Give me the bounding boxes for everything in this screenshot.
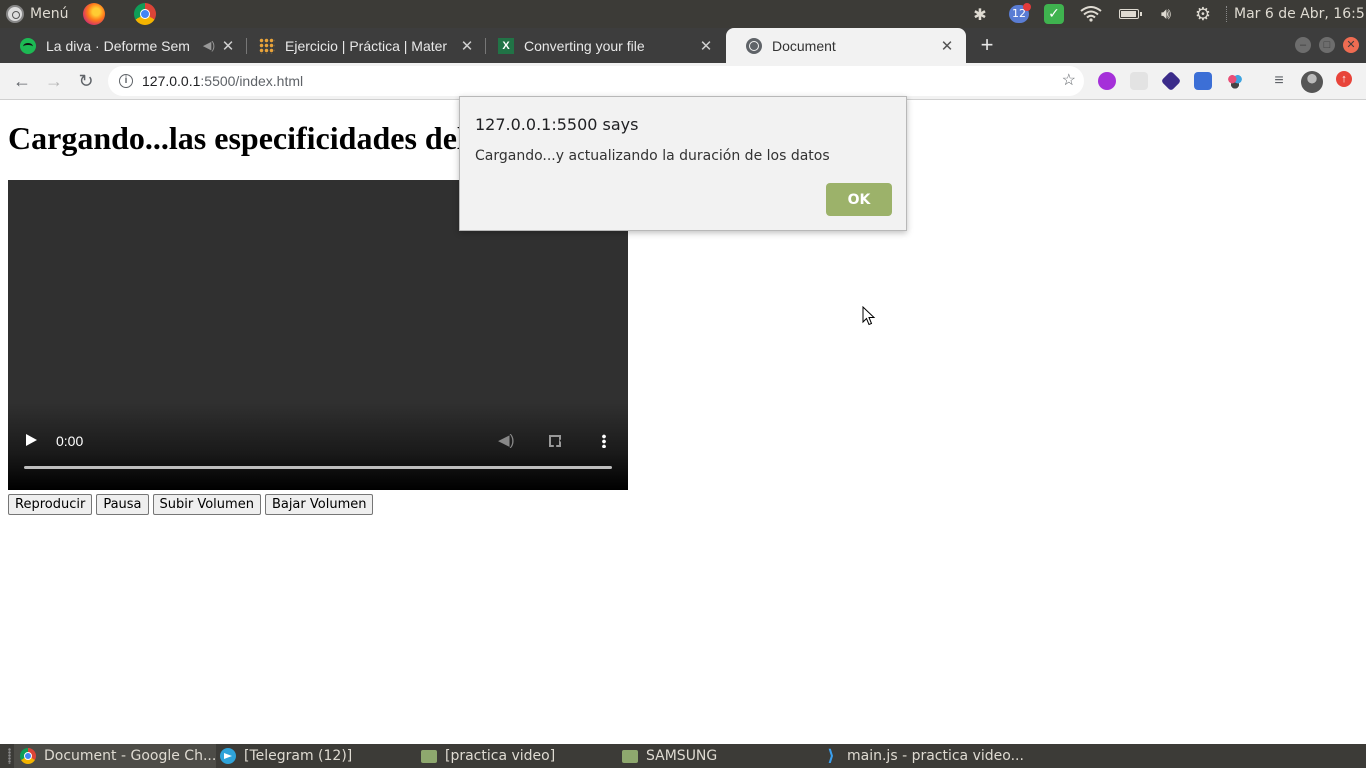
taskbar-grip (8, 748, 11, 764)
site-info-icon[interactable]: i (119, 74, 133, 88)
tab-audio-icon[interactable]: ◀) (203, 39, 215, 52)
taskbar-label: SAMSUNG (646, 748, 718, 764)
video-play-icon[interactable] (26, 434, 37, 446)
panel-separator (1226, 6, 1229, 22)
tab-title: Converting your file (524, 37, 645, 54)
system-menu-button[interactable]: Menú (6, 0, 68, 28)
taskbar-item-telegram[interactable]: [Telegram (12)] (220, 744, 352, 768)
url-path: :5500/index.html (200, 73, 304, 89)
tab-close-icon[interactable]: ✕ (219, 37, 237, 55)
tab-close-icon[interactable]: ✕ (938, 37, 956, 55)
settings-gear-icon[interactable]: ⚙ (1191, 0, 1215, 28)
vscode-icon: ⟩ (827, 746, 835, 765)
firefox-launcher-icon[interactable] (83, 3, 105, 25)
volume-down-button[interactable]: Bajar Volumen (264, 494, 374, 515)
page-heading: Cargando...las especificidades del (8, 120, 466, 156)
taskbar: Document - Google Ch... [Telegram (12)] … (0, 744, 1366, 768)
ubuntu-logo-icon (6, 5, 24, 23)
taskbar-label: [practica video] (445, 748, 556, 764)
bluetooth-icon[interactable]: ✱ (970, 0, 990, 28)
battery-icon[interactable] (1116, 0, 1142, 28)
browser-tab-strip: La diva · Deforme Sem ◀) ✕ Ejercicio | P… (0, 28, 1366, 63)
clock[interactable]: Mar 6 de Abr, 16:51 (1234, 0, 1366, 28)
chrome-launcher-icon[interactable] (134, 3, 156, 25)
extension-dots-icon[interactable] (1226, 72, 1244, 90)
tab-ejercicio[interactable]: Ejercicio | Práctica | Mater ✕ (239, 28, 486, 63)
tab-converting[interactable]: X Converting your file ✕ (478, 28, 725, 63)
notification-count: 12 (1009, 3, 1031, 23)
url-host: 127.0.0.1 (142, 73, 201, 89)
minimize-window-button[interactable]: – (1295, 37, 1311, 53)
address-bar[interactable]: i 127.0.0.1:5500/index.html ☆ (108, 66, 1084, 96)
system-menu-label: Menú (30, 6, 69, 22)
update-check-icon[interactable]: ✓ (1043, 0, 1065, 28)
tab-close-icon[interactable]: ✕ (697, 37, 715, 55)
folder-icon (421, 749, 437, 763)
taskbar-label: Document - Google Ch... (44, 748, 217, 764)
maximize-window-button[interactable]: □ (1319, 37, 1335, 53)
mouse-cursor-icon (862, 305, 876, 326)
video-progress-bar[interactable] (24, 466, 612, 469)
taskbar-item-vscode[interactable]: ⟩ main.js - practica video... (823, 744, 1024, 768)
pause-button[interactable]: Pausa (96, 494, 149, 515)
wifi-icon[interactable] (1078, 0, 1104, 28)
chrome-update-icon[interactable]: ↑ (1336, 71, 1352, 87)
globe-icon (746, 37, 762, 54)
excel-icon: X (498, 37, 514, 54)
taskbar-label: [Telegram (12)] (244, 748, 353, 764)
tab-document[interactable]: Document ✕ (726, 28, 966, 63)
video-current-time: 0:00 (56, 433, 84, 449)
video-controls-row: Reproducir Pausa Subir Volumen Bajar Vol… (8, 494, 374, 515)
close-window-button[interactable]: ✕ (1343, 37, 1359, 53)
new-tab-button[interactable]: + (976, 28, 998, 63)
taskbar-item-practica-video[interactable]: [practica video] (421, 744, 555, 768)
browser-toolbar: ← → ↻ i 127.0.0.1:5500/index.html ☆ ≡ ↑ (0, 63, 1366, 100)
tab-close-icon[interactable]: ✕ (458, 37, 476, 55)
media-control-icon[interactable]: ≡ (1268, 69, 1290, 93)
play-button[interactable]: Reproducir (8, 494, 93, 515)
extension-blue-icon[interactable] (1194, 72, 1212, 90)
taskbar-item-chrome[interactable]: Document - Google Ch... (14, 744, 216, 768)
taskbar-label: main.js - practica video... (847, 748, 1024, 764)
alert-message: Cargando...y actualizando la duración de… (475, 148, 830, 164)
reload-button[interactable]: ↻ (74, 69, 98, 93)
url-text[interactable]: 127.0.0.1:5500/index.html (142, 66, 303, 96)
tab-title: Ejercicio | Práctica | Mater (285, 37, 448, 54)
tab-title: La diva · Deforme Sem (46, 37, 190, 54)
volume-up-button[interactable]: Subir Volumen (152, 494, 261, 515)
forward-button[interactable]: → (42, 69, 66, 93)
video-fullscreen-icon[interactable] (549, 435, 561, 447)
folder-icon (622, 749, 638, 763)
alert-title: 127.0.0.1:5500 says (475, 115, 639, 134)
notification-badge[interactable]: 12 (1008, 0, 1031, 28)
extension-diamond-icon[interactable] (1160, 70, 1182, 92)
extension-purple-icon[interactable] (1098, 72, 1116, 90)
extension-grey-icon[interactable] (1130, 72, 1148, 90)
back-button[interactable]: ← (10, 69, 34, 93)
bookmark-star-icon[interactable]: ☆ (1062, 66, 1076, 96)
dots-icon (259, 37, 275, 54)
chrome-icon (20, 748, 36, 764)
profile-avatar[interactable] (1301, 71, 1323, 93)
system-top-panel: Menú ✱ 12 ✓ 🔊︎ ⚙ Mar 6 de Abr, 16:51 (0, 0, 1366, 28)
video-mute-icon[interactable]: ◀) (498, 431, 515, 449)
volume-icon[interactable]: 🔊︎ (1153, 0, 1179, 28)
taskbar-item-samsung[interactable]: SAMSUNG (622, 744, 717, 768)
spotify-icon (20, 37, 36, 54)
video-more-options-icon[interactable] (602, 434, 606, 448)
telegram-icon (220, 748, 236, 764)
alert-ok-button[interactable]: OK (826, 183, 892, 216)
tab-title: Document (772, 37, 836, 54)
alert-dialog: 127.0.0.1:5500 says Cargando...y actuali… (459, 96, 907, 231)
tab-spotify[interactable]: La diva · Deforme Sem ◀) ✕ (0, 28, 247, 63)
